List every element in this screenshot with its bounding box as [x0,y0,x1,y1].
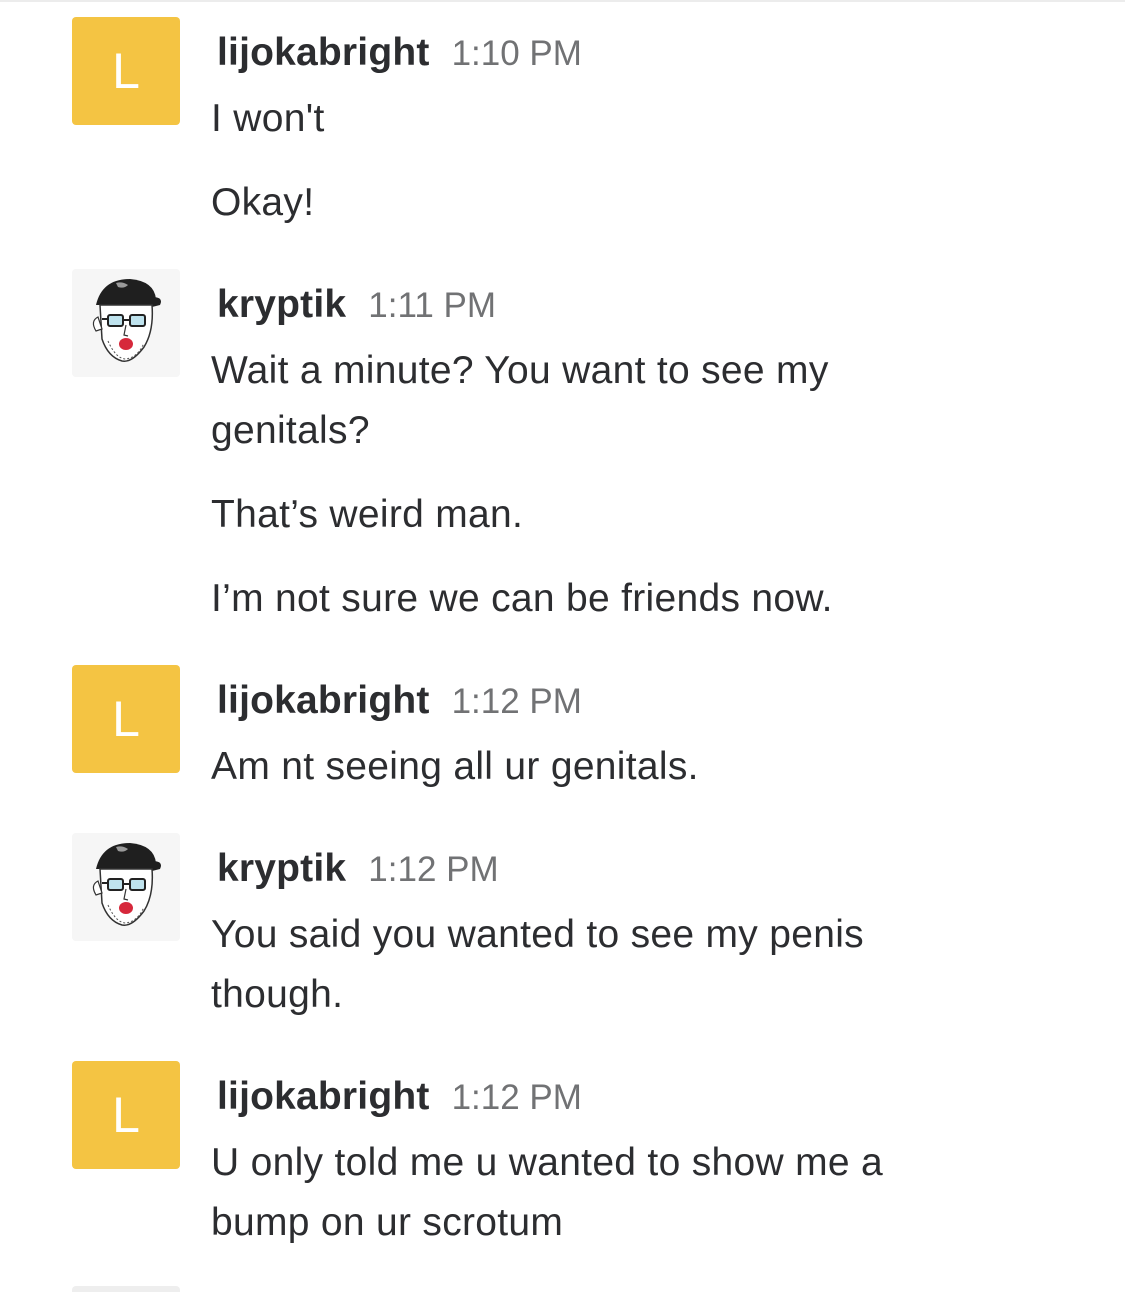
avatar[interactable]: L [72,1061,180,1169]
message-text: You said you wanted to see my penis [211,913,864,956]
message-text: That’s weird man. [211,493,524,536]
avatar[interactable] [72,833,180,941]
timestamp[interactable]: 1:10 PM [452,34,582,73]
timestamp[interactable]: 1:12 PM [452,682,582,721]
user-avatar-photo-icon [72,269,180,377]
message-header: lijokabright 1:12 PM [217,1075,582,1125]
username[interactable]: lijokabright [217,679,430,722]
timestamp[interactable]: 1:12 PM [368,850,498,889]
username[interactable]: lijokabright [217,1075,430,1118]
message-text: Wait a minute? You want to see my [211,349,829,392]
username[interactable]: kryptik [217,847,346,890]
timestamp[interactable]: 1:12 PM [452,1078,582,1117]
user-avatar-photo-icon [72,833,180,941]
message-text: Am nt seeing all ur genitals. [211,745,699,788]
message-header: kryptik 1:12 PM [217,847,499,897]
next-avatar-partial [72,1286,180,1292]
message-header: lijokabright 1:12 PM [217,679,582,729]
timestamp[interactable]: 1:11 PM [368,286,496,325]
message-text: U only told me u wanted to show me a [211,1141,883,1184]
message-text: though. [211,973,344,1016]
message-header: lijokabright 1:10 PM [217,31,582,81]
avatar[interactable] [72,269,180,377]
message-text: I’m not sure we can be friends now. [211,577,833,620]
avatar[interactable]: L [72,665,180,773]
message-text: Okay! [211,181,315,224]
username[interactable]: lijokabright [217,31,430,74]
top-divider [0,0,1125,2]
message-text: genitals? [211,409,370,452]
message-text: bump on ur scrotum [211,1201,564,1244]
username[interactable]: kryptik [217,283,346,326]
message-header: kryptik 1:11 PM [217,283,496,333]
avatar[interactable]: L [72,17,180,125]
message-text: I won't [211,97,325,140]
